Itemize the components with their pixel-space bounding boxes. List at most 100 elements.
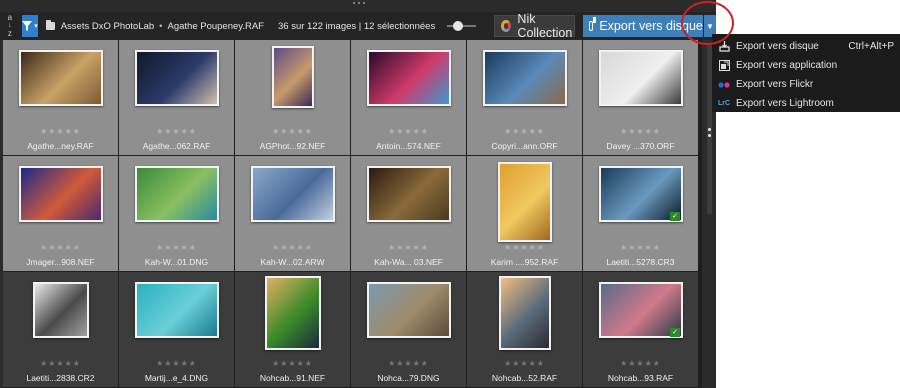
menu-item-lightroom[interactable]: LrC Export vers Lightroom	[712, 94, 900, 113]
menu-item-label: Export vers Lightroom	[736, 98, 834, 109]
thumbnail-image[interactable]	[366, 166, 451, 222]
rating-stars[interactable]: ★★★★★	[467, 359, 582, 368]
nik-collection-label: Nik Collection	[517, 12, 573, 40]
thumbnail-cell[interactable]: ★★★★★ Laetiti...2838.CR2	[3, 272, 118, 387]
thumbnail-image[interactable]	[250, 166, 335, 222]
breadcrumb: Assets DxO PhotoLab • Agathe Poupeney.RAF	[61, 21, 264, 32]
folder-icon	[46, 20, 55, 30]
thumbnail-image[interactable]	[18, 166, 103, 222]
thumbnail-size-slider[interactable]	[447, 20, 476, 32]
thumbnail-image[interactable]	[598, 50, 683, 106]
thumbnail-filename: Agathe...ney.RAF	[27, 141, 94, 151]
thumbnail-filename: Nohcab...93.RAF	[607, 373, 674, 383]
photo-browser: a ↓ z ▾ Assets DxO PhotoLab • Agathe Poupe…	[0, 0, 716, 388]
rating-stars[interactable]: ★★★★★	[467, 127, 582, 136]
rating-stars[interactable]: ★★★★★	[351, 359, 466, 368]
rating-stars[interactable]: ★★★★★	[3, 127, 118, 136]
thumbnail-filename: Kah-Wa... 03.NEF	[374, 257, 443, 267]
thumbnail-filename: Davey ...370.ORF	[606, 141, 675, 151]
thumbnail-filename: Agathe...062.RAF	[142, 141, 211, 151]
rating-stars[interactable]: ★★★★★	[235, 359, 350, 368]
thumbnail-filename: Jmager...908.NEF	[26, 257, 95, 267]
thumbnail-cell[interactable]: ✓ ★★★★★ Nohcab...93.RAF	[583, 272, 698, 387]
thumbnail-cell[interactable]: ★★★★★ Nohca...79.DNG	[351, 272, 466, 387]
thumbnail-filename: Kah-W...02.ARW	[260, 257, 325, 267]
slider-knob[interactable]	[452, 21, 463, 31]
rating-stars[interactable]: ★★★★★	[3, 243, 118, 252]
thumbnail-image[interactable]	[482, 50, 567, 106]
browser-toolbar: a ↓ z ▾ Assets DxO PhotoLab • Agathe Poupe…	[0, 12, 716, 40]
menu-item-application[interactable]: Export vers application	[712, 56, 900, 75]
sort-bottom-label: z	[7, 29, 12, 38]
thumbnail-cell[interactable]: ★★★★★ Copyri...ann.ORF	[467, 40, 582, 155]
menu-item-label: Export vers Flickr	[736, 79, 814, 90]
rating-stars[interactable]: ★★★★★	[351, 243, 466, 252]
thumbnail-image[interactable]	[497, 162, 552, 242]
rating-stars[interactable]: ★★★★★	[583, 243, 698, 252]
thumbnail-cell[interactable]: ★★★★★ Nohcab...52.RAF	[467, 272, 582, 387]
thumbnail-cell[interactable]: ★★★★★ Martij...e_4.DNG	[119, 272, 234, 387]
panel-collapse-grip[interactable]	[708, 128, 711, 137]
thumbnail-cell[interactable]: ★★★★★ AGPhot...92.NEF	[235, 40, 350, 155]
nik-collection-button[interactable]: Nik Collection	[493, 12, 575, 40]
rating-stars[interactable]: ★★★★★	[119, 359, 234, 368]
thumbnail-cell[interactable]: ★★★★★ Antoin...574.NEF	[351, 40, 466, 155]
thumbnail-cell[interactable]: ★★★★★ Karim ....952.RAF	[467, 156, 582, 271]
thumbnail-image[interactable]	[264, 276, 321, 350]
thumbnail-grid: ★★★★★ Agathe...ney.RAF ★★★★★ Agathe...062.R…	[3, 40, 702, 388]
menu-item-export-disk[interactable]: Export vers disque Ctrl+Alt+P	[712, 37, 900, 56]
thumbnail-cell[interactable]: ★★★★★ Davey ...370.ORF	[583, 40, 698, 155]
menu-item-flickr[interactable]: Export vers Flickr	[712, 75, 900, 94]
thumbnail-filename: Nohcab...52.RAF	[491, 373, 558, 383]
rating-stars[interactable]: ★★★★★	[235, 127, 350, 136]
rating-stars[interactable]: ★★★★★	[3, 359, 118, 368]
lightroom-icon-label: LrC	[717, 100, 731, 107]
rating-stars[interactable]: ★★★★★	[119, 243, 234, 252]
sort-top-label: a	[7, 13, 13, 22]
filter-icon	[22, 21, 33, 31]
thumbnail-cell[interactable]: ★★★★★ Agathe...062.RAF	[119, 40, 234, 155]
thumbnail-image[interactable]	[271, 46, 314, 108]
thumbnail-cell[interactable]: ★★★★★ Jmager...908.NEF	[3, 156, 118, 271]
filter-button[interactable]: ▾	[21, 15, 39, 37]
export-to-disk-button[interactable]: Export vers disque	[582, 15, 703, 37]
thumbnail-filename: Nohcab...91.NEF	[259, 373, 326, 383]
thumbnail-cell[interactable]: ★★★★★ Kah-W...01.DNG	[119, 156, 234, 271]
thumbnail-cell[interactable]: ★★★★★ Kah-W...02.ARW	[235, 156, 350, 271]
thumbnail-image[interactable]	[498, 276, 551, 350]
thumbnail-cell[interactable]: ★★★★★ Kah-Wa... 03.NEF	[351, 156, 466, 271]
thumbnail-cell[interactable]: ★★★★★ Agathe...ney.RAF	[3, 40, 118, 155]
thumbnail-filename: AGPhot...92.NEF	[259, 141, 326, 151]
breadcrumb-folder[interactable]: Assets DxO PhotoLab	[61, 21, 154, 32]
image-count-status: 36 sur 122 images | 12 sélectionnées	[277, 20, 436, 32]
thumbnail-filename: Laetiti...5278.CR3	[606, 257, 675, 267]
breadcrumb-separator: •	[159, 20, 163, 32]
chevron-down-icon: ▾	[34, 23, 38, 30]
thumbnail-cell[interactable]: ✓ ★★★★★ Laetiti...5278.CR3	[583, 156, 698, 271]
rating-stars[interactable]: ★★★★★	[351, 127, 466, 136]
panel-resize-grip[interactable]	[349, 2, 369, 8]
thumbnail-image[interactable]	[134, 166, 219, 222]
lightroom-icon: LrC	[718, 98, 730, 110]
caret-down-icon: ▼	[705, 21, 714, 31]
thumbnail-filename: Karim ....952.RAF	[490, 257, 559, 267]
rating-stars[interactable]: ★★★★★	[467, 243, 582, 252]
thumbnail-filename: Copyri...ann.ORF	[491, 141, 558, 151]
thumbnail-image[interactable]	[366, 50, 451, 106]
thumbnail-cell[interactable]: ★★★★★ Nohcab...91.NEF	[235, 272, 350, 387]
thumbnail-image[interactable]	[18, 50, 103, 106]
thumbnail-filename: Nohca...79.DNG	[377, 373, 440, 383]
thumbnail-image[interactable]	[134, 282, 219, 338]
thumbnail-filename: Kah-W...01.DNG	[144, 257, 209, 267]
rating-stars[interactable]: ★★★★★	[583, 359, 698, 368]
application-icon	[718, 60, 730, 72]
thumbnail-image[interactable]	[366, 282, 451, 338]
checkmark-icon: ✓	[670, 212, 680, 221]
rating-stars[interactable]: ★★★★★	[119, 127, 234, 136]
thumbnail-image[interactable]	[32, 282, 89, 338]
menu-item-label: Export vers application	[736, 60, 838, 71]
rating-stars[interactable]: ★★★★★	[235, 243, 350, 252]
thumbnail-image[interactable]	[134, 50, 219, 106]
rating-stars[interactable]: ★★★★★	[583, 127, 698, 136]
sort-button[interactable]: a ↓ z	[0, 12, 20, 40]
